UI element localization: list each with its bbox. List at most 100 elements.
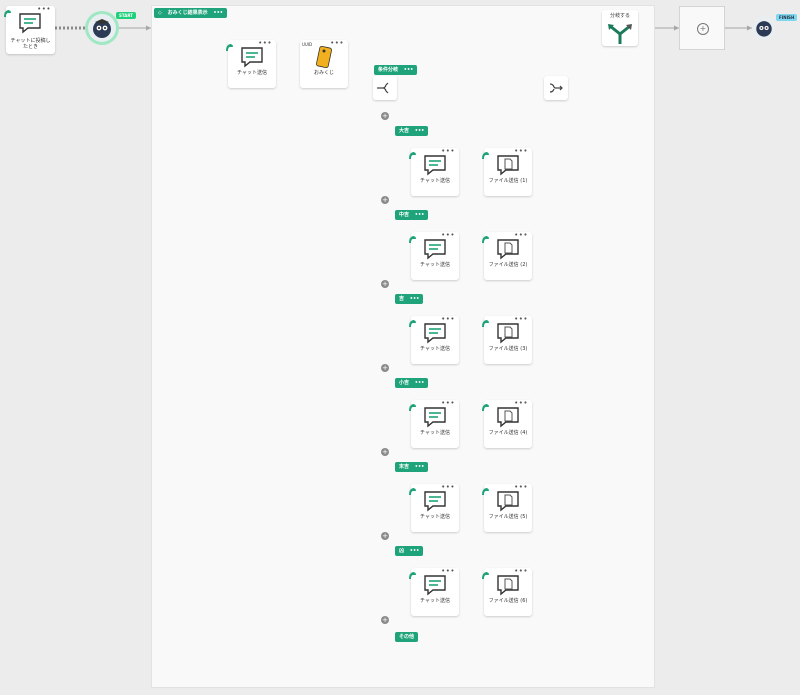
end-badge: FINISH — [776, 14, 798, 21]
branch-case-tag[interactable]: 凶 ••• — [395, 546, 424, 556]
branch-file-node[interactable]: ••• ファイル送信 (5) — [481, 481, 532, 532]
group-icon: ◇ — [158, 10, 162, 16]
app-logo-icon — [408, 145, 417, 164]
omikuji-label: おみくじ — [313, 70, 334, 76]
branch-title: 条件分岐 — [378, 67, 399, 73]
branch-case-tag[interactable]: 小吉 ••• — [395, 378, 429, 388]
split-node[interactable]: 分岐する — [602, 10, 638, 46]
app-logo-icon — [225, 37, 234, 56]
add-node-slot[interactable]: + — [679, 6, 725, 50]
branch-file-label: ファイル送信 (5) — [488, 514, 528, 520]
branch-case-menu[interactable]: ••• — [415, 380, 425, 386]
add-branch-icon[interactable]: + — [381, 616, 389, 624]
branch-case-title: 中吉 — [399, 212, 410, 218]
branch-chat-label: チャット送信 — [420, 178, 450, 184]
branch-chat-label: チャット送信 — [420, 430, 450, 436]
branch-case-title: 吉 — [399, 296, 405, 302]
branch-case-tag[interactable]: 末吉 ••• — [395, 462, 429, 472]
file-send-icon — [496, 574, 520, 600]
branch-file-label: ファイル送信 (6) — [488, 598, 528, 604]
add-branch-icon[interactable]: + — [381, 112, 389, 120]
chat-bubble-icon — [423, 154, 447, 180]
add-branch-icon[interactable]: + — [381, 280, 389, 288]
chat-bubble-icon — [423, 490, 447, 516]
file-send-icon — [496, 238, 520, 264]
start-badge: START — [116, 12, 137, 19]
merge-node[interactable] — [544, 76, 568, 100]
group-title: おみくじ結果表示 — [167, 10, 208, 16]
branch-case-tag[interactable]: 大吉 ••• — [395, 126, 429, 136]
chat-bubble-icon — [423, 406, 447, 432]
split-label: 分岐する — [609, 13, 630, 19]
add-icon[interactable]: + — [697, 23, 709, 35]
branch-case-menu[interactable]: ••• — [410, 296, 420, 302]
branch-split-icon — [377, 82, 389, 94]
else-branch-tag[interactable]: その他 — [395, 632, 419, 642]
app-logo-icon — [408, 481, 417, 500]
omikuji-node[interactable]: UUID ••• おみくじ — [300, 39, 348, 88]
app-logo-icon — [481, 313, 490, 332]
app-logo-icon — [408, 565, 417, 584]
app-logo-icon — [3, 3, 12, 22]
file-send-icon — [496, 490, 520, 516]
branch-case-menu[interactable]: ••• — [415, 212, 425, 218]
branch-chat-node[interactable]: ••• チャット送信 — [408, 313, 459, 364]
branch-chat-node[interactable]: ••• チャット送信 — [408, 565, 459, 616]
branch-case-title: 大吉 — [399, 128, 410, 134]
app-logo-icon — [481, 565, 490, 584]
branch-case-tag[interactable]: 中吉 ••• — [395, 210, 429, 220]
branch-file-label: ファイル送信 (2) — [488, 262, 528, 268]
bot-avatar-icon — [93, 19, 111, 38]
branch-chat-node[interactable]: ••• チャット送信 — [409, 399, 459, 448]
bot-avatar-icon — [756, 21, 772, 37]
branch-case-title: 凶 — [399, 548, 405, 554]
add-branch-icon[interactable]: + — [381, 532, 389, 540]
branch-file-node[interactable]: ••• ファイル送信 (6) — [481, 565, 532, 616]
add-branch-icon[interactable]: + — [381, 196, 389, 204]
file-send-icon — [496, 154, 520, 180]
end-avatar[interactable] — [752, 16, 776, 40]
chat-bubble-icon — [18, 12, 42, 38]
branch-tag[interactable]: 条件分岐 ••• — [374, 65, 418, 75]
chat-bubble-icon — [423, 574, 447, 600]
group-tag[interactable]: ◇ おみくじ結果表示 ••• — [154, 8, 227, 18]
app-logo-icon — [408, 229, 417, 248]
group-menu[interactable]: ••• — [213, 10, 223, 16]
else-branch-title: その他 — [399, 634, 415, 640]
uuid-icon: UUID — [302, 42, 313, 47]
branch-case-title: 小吉 — [399, 380, 410, 386]
app-logo-icon — [481, 145, 490, 164]
chat-send-label: チャット送信 — [237, 70, 267, 76]
branch-merge-icon — [549, 83, 563, 93]
branch-file-node[interactable]: ••• ファイル送信 (1) — [481, 145, 532, 196]
branch-file-node[interactable]: ••• ファイル送信 (3) — [481, 313, 532, 364]
branch-file-label: ファイル送信 (3) — [488, 346, 528, 352]
chat-bubble-icon — [240, 46, 264, 72]
add-branch-icon[interactable]: + — [381, 364, 389, 372]
app-logo-icon — [408, 313, 417, 332]
branch-case-menu[interactable]: ••• — [410, 548, 420, 554]
split-arrows-icon — [606, 22, 634, 48]
branch-chat-node[interactable]: ••• チャット送信 — [408, 145, 459, 196]
trigger-node[interactable]: ••• チャットに投稿したとき — [3, 3, 55, 54]
branch-chat-label: チャット送信 — [420, 514, 450, 520]
branch-file-label: ファイル送信 (4) — [488, 430, 528, 436]
branch-case-tag[interactable]: 吉 ••• — [395, 294, 424, 304]
omikuji-ticket-icon — [314, 45, 334, 73]
branch-menu[interactable]: ••• — [404, 67, 414, 73]
start-avatar[interactable] — [88, 14, 116, 42]
branch-chat-node[interactable]: ••• チャット送信 — [408, 481, 459, 532]
branch-chat-node[interactable]: ••• チャット送信 — [408, 229, 459, 280]
branch-chat-label: チャット送信 — [420, 598, 450, 604]
branch-file-label: ファイル送信 (1) — [488, 178, 528, 184]
branch-file-node[interactable]: ••• ファイル送信 (4) — [482, 399, 532, 448]
add-branch-icon[interactable]: + — [381, 448, 389, 456]
branch-node[interactable] — [373, 76, 397, 100]
chat-send-node[interactable]: ••• チャット送信 — [225, 37, 276, 88]
branch-file-node[interactable]: ••• ファイル送信 (2) — [482, 231, 532, 280]
app-logo-icon — [481, 481, 490, 500]
file-send-icon — [496, 406, 520, 432]
branch-case-menu[interactable]: ••• — [415, 464, 425, 470]
branch-chat-label: チャット送信 — [420, 346, 450, 352]
branch-case-menu[interactable]: ••• — [415, 128, 425, 134]
